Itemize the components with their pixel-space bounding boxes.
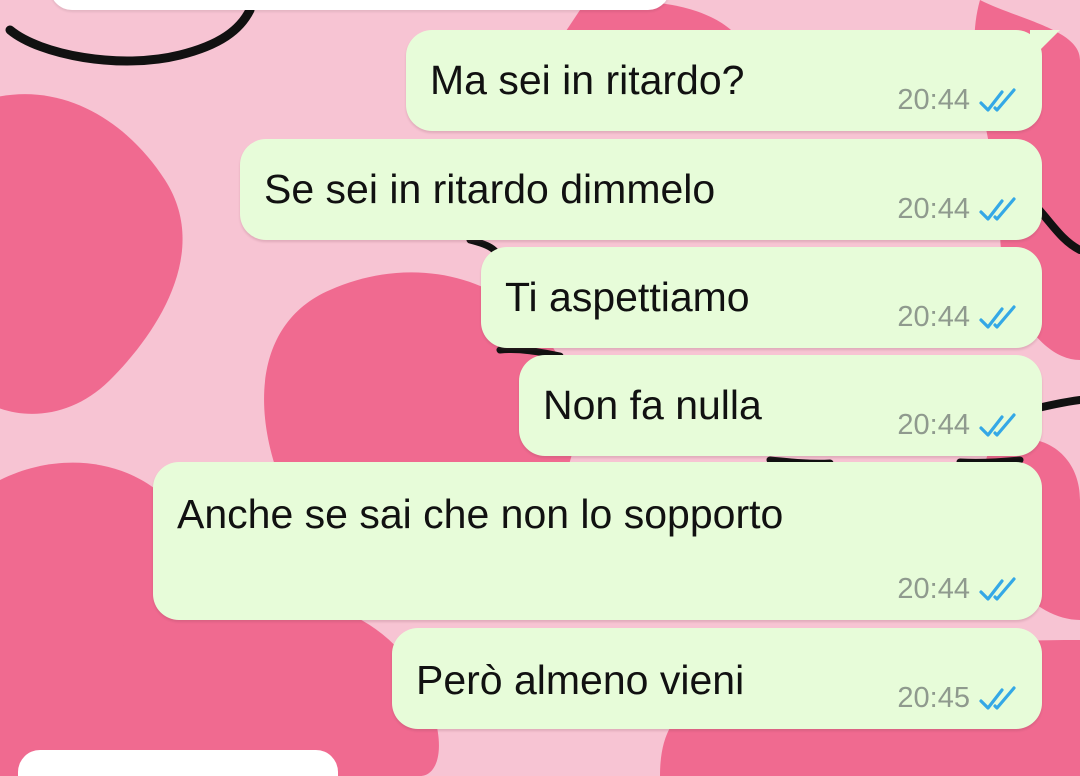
message-meta: 20:44 [897, 303, 1020, 332]
message-text: Ma sei in ritardo? [430, 57, 745, 103]
message-meta: 20:44 [897, 86, 1020, 115]
previous-message-edge [50, 0, 670, 10]
message-meta: 20:44 [897, 411, 1020, 440]
double-check-read-icon [979, 304, 1016, 329]
message-text: Non fa nulla [543, 382, 762, 428]
message-time: 20:44 [897, 301, 970, 333]
message-time: 20:44 [897, 409, 970, 441]
chat-screen: Ma sei in ritardo? 20:44 Se sei in ritar… [0, 0, 1080, 776]
message-time: 20:44 [897, 84, 970, 116]
double-check-read-icon [979, 685, 1016, 710]
double-check-read-icon [979, 196, 1016, 221]
outgoing-message-bubble[interactable]: Ti aspettiamo 20:44 [481, 247, 1042, 348]
double-check-read-icon [979, 87, 1016, 112]
double-check-read-icon [979, 412, 1016, 437]
message-meta: 20:44 [897, 575, 1020, 604]
message-text: Però almeno vieni [416, 657, 745, 703]
outgoing-message-bubble[interactable]: Non fa nulla 20:44 [519, 355, 1042, 456]
outgoing-message-bubble[interactable]: Se sei in ritardo dimmelo 20:44 [240, 139, 1042, 240]
message-text: Se sei in ritardo dimmelo [264, 166, 716, 212]
message-time: 20:44 [897, 193, 970, 225]
outgoing-message-bubble[interactable]: Anche se sai che non lo sopporto 20:44 [153, 462, 1042, 620]
next-message-edge [18, 750, 338, 776]
message-meta: 20:44 [897, 195, 1020, 224]
message-text: Ti aspettiamo [505, 274, 750, 320]
message-text: Anche se sai che non lo sopporto [177, 491, 784, 537]
message-time: 20:44 [897, 573, 970, 605]
bubble-tail [1030, 30, 1060, 52]
double-check-read-icon [979, 576, 1016, 601]
message-time: 20:45 [897, 682, 970, 714]
message-meta: 20:45 [897, 684, 1020, 713]
outgoing-message-bubble[interactable]: Però almeno vieni 20:45 [392, 628, 1042, 729]
outgoing-message-bubble[interactable]: Ma sei in ritardo? 20:44 [406, 30, 1060, 131]
